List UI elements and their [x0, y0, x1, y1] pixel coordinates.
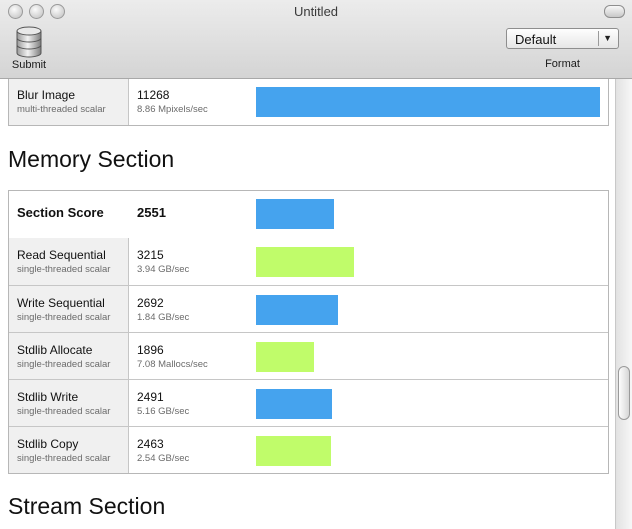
benchmark-score: 2463: [137, 437, 164, 451]
benchmark-subtitle: single-threaded scalar: [17, 264, 111, 275]
benchmark-score: 2692: [137, 296, 164, 310]
benchmark-score: 3215: [137, 248, 164, 262]
app-window: Untitled Submit Default ▼ Format Blur Im…: [0, 0, 632, 529]
benchmark-subtitle: single-threaded scalar: [17, 359, 111, 370]
submit-label: Submit: [11, 59, 47, 71]
database-icon: [16, 26, 42, 58]
section-score-bar: [256, 199, 334, 229]
table-row: Write Sequential single-threaded scalar 26…: [9, 285, 608, 332]
score-bar: [256, 247, 354, 277]
benchmark-subtitle: multi-threaded scalar: [17, 104, 106, 115]
benchmark-name: Read Sequential: [17, 248, 106, 262]
benchmark-rate: 5.16 GB/sec: [137, 406, 190, 417]
format-select-value: Default: [515, 32, 557, 47]
vertical-scrollbar[interactable]: [615, 79, 632, 529]
score-bar: [256, 389, 332, 419]
table-row: Blur Image multi-threaded scalar 11268 8…: [9, 79, 608, 125]
toolbar-toggle-button[interactable]: [604, 5, 625, 18]
previous-section-table: Blur Image multi-threaded scalar 11268 8…: [8, 79, 609, 126]
scrollbar-thumb[interactable]: [618, 366, 630, 420]
benchmark-score: 2491: [137, 390, 164, 404]
benchmark-rate: 7.08 Mallocs/sec: [137, 359, 208, 370]
title-bar: Untitled Submit Default ▼ Format: [0, 0, 632, 79]
benchmark-subtitle: single-threaded scalar: [17, 453, 111, 464]
memory-section-table: Section Score 2551 Read Sequential single…: [8, 190, 609, 474]
section-score-row: Section Score 2551: [9, 191, 608, 238]
benchmark-subtitle: single-threaded scalar: [17, 406, 111, 417]
table-row: Stdlib Copy single-threaded scalar 2463 2.5…: [9, 426, 608, 473]
table-row: Read Sequential single-threaded scalar 321…: [9, 238, 608, 285]
benchmark-rate: 3.94 GB/sec: [137, 264, 190, 275]
section-score-label: Section Score: [17, 205, 104, 220]
benchmark-name: Stdlib Allocate: [17, 343, 93, 357]
benchmark-subtitle: single-threaded scalar: [17, 312, 111, 323]
score-bar: [256, 342, 314, 372]
table-row: Stdlib Write single-threaded scalar 2491 5.…: [9, 379, 608, 426]
table-row: Stdlib Allocate single-threaded scalar 189…: [9, 332, 608, 379]
submit-button[interactable]: Submit: [6, 24, 52, 74]
benchmark-name: Stdlib Copy: [17, 437, 79, 451]
score-bar: [256, 436, 331, 466]
stream-section-title: Stream Section: [8, 493, 166, 519]
benchmark-name: Blur Image: [17, 88, 76, 102]
section-score-value: 2551: [137, 205, 166, 220]
format-label: Format: [545, 58, 580, 70]
score-bar: [256, 295, 338, 325]
results-view: Blur Image multi-threaded scalar 11268 8…: [0, 79, 615, 529]
benchmark-name: Stdlib Write: [17, 390, 79, 404]
benchmark-name: Write Sequential: [17, 296, 105, 310]
format-control: Default ▼ Format: [506, 28, 621, 74]
window-title: Untitled: [293, 4, 339, 19]
chevron-down-icon: ▼: [603, 33, 612, 43]
memory-section-title: Memory Section: [8, 146, 175, 172]
benchmark-rate: 8.86 Mpixels/sec: [137, 104, 208, 115]
format-select[interactable]: Default ▼: [506, 28, 619, 49]
benchmark-rate: 2.54 GB/sec: [137, 453, 190, 464]
benchmark-rate: 1.84 GB/sec: [137, 312, 190, 323]
benchmark-score: 11268: [137, 88, 170, 102]
score-bar: [256, 87, 600, 117]
benchmark-score: 1896: [137, 343, 164, 357]
